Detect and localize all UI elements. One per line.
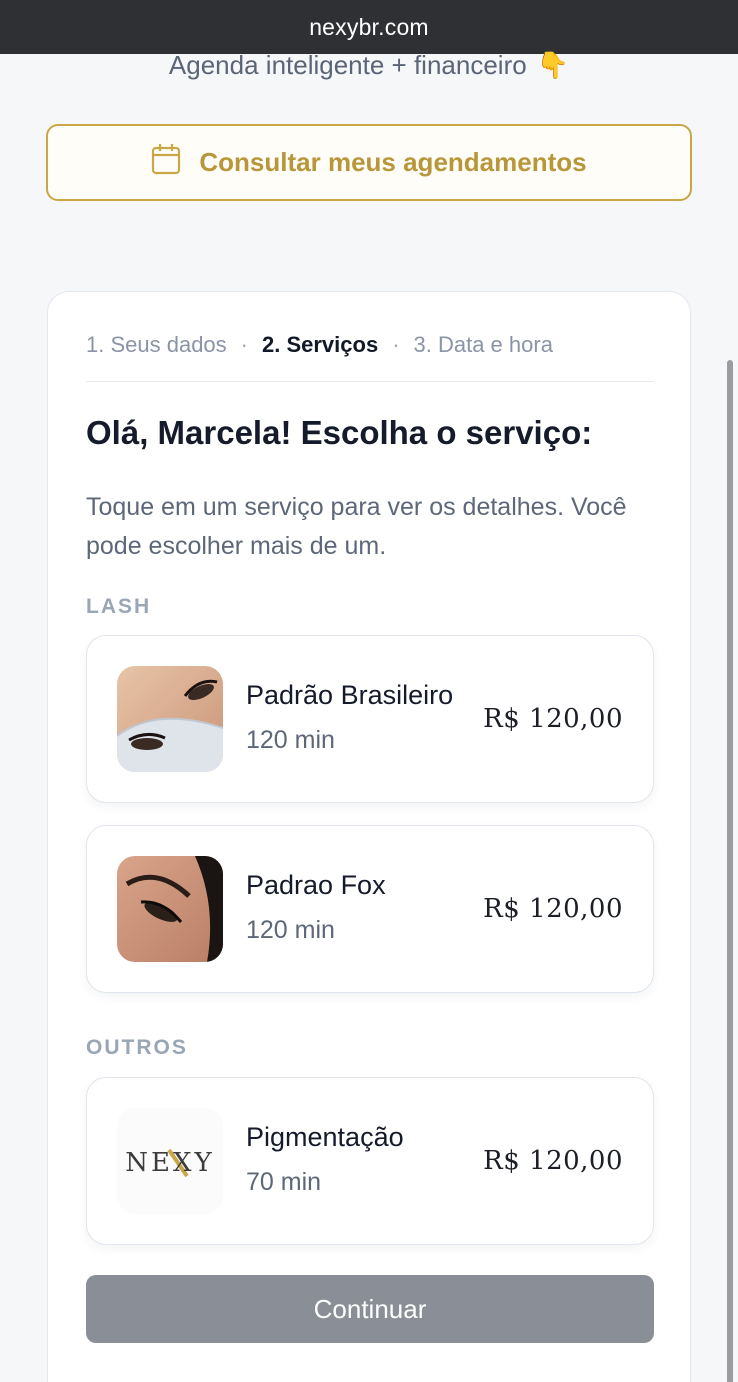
- service-thumbnail: [117, 666, 223, 772]
- step-separator: ·: [392, 332, 400, 357]
- service-card[interactable]: Padrão Brasileiro 120 min R$ 120,00: [86, 635, 654, 803]
- divider: [86, 381, 654, 382]
- section-label-lash: LASH: [86, 595, 152, 618]
- step-indicator: 1. Seus dados · 2. Serviços · 3. Data e …: [86, 332, 553, 358]
- service-price: R$ 120,00: [483, 894, 623, 924]
- consult-appointments-label: Consultar meus agendamentos: [199, 147, 587, 177]
- step-1: 1. Seus dados: [86, 332, 227, 357]
- instructions-text: Toque em um serviço para ver os detalhes…: [86, 493, 627, 560]
- service-card[interactable]: Padrao Fox 120 min R$ 120,00: [86, 825, 654, 993]
- service-price: R$ 120,00: [483, 704, 623, 734]
- service-name: Pigmentação: [246, 1122, 404, 1152]
- step-2: 2. Serviços: [262, 332, 379, 357]
- pointing-down-icon: 👇: [536, 50, 570, 80]
- service-thumbnail: [117, 856, 223, 962]
- service-duration: 70 min: [246, 1168, 322, 1196]
- calendar-icon: [151, 143, 181, 182]
- page-title: Olá, Marcela! Escolha o serviço:: [86, 414, 593, 451]
- step-3: 3. Data e hora: [413, 332, 553, 357]
- continue-label: Continuar: [313, 1293, 427, 1324]
- svg-text:NEXY: NEXY: [125, 1148, 214, 1178]
- section-label-outros: OUTROS: [86, 1036, 188, 1059]
- step-separator: ·: [240, 332, 248, 357]
- service-price: R$ 120,00: [483, 1146, 623, 1176]
- continue-button[interactable]: Continuar: [86, 1275, 654, 1343]
- nexy-logo: NEXY: [117, 1108, 223, 1214]
- url-text: nexybr.com: [309, 13, 429, 40]
- service-card[interactable]: NEXY Pigmentação 70 min R$ 120,00: [86, 1077, 654, 1245]
- browser-url-bar[interactable]: nexybr.com: [0, 0, 738, 54]
- scrollbar[interactable]: [727, 360, 733, 1382]
- tagline-text: Agenda inteligente + financeiro: [168, 50, 527, 80]
- tagline: Agenda inteligente + financeiro 👇: [0, 50, 738, 81]
- service-duration: 120 min: [246, 726, 335, 754]
- service-name: Padrão Brasileiro: [246, 680, 454, 710]
- consult-appointments-button[interactable]: Consultar meus agendamentos: [46, 124, 692, 201]
- service-duration: 120 min: [246, 916, 335, 944]
- booking-card: 1. Seus dados · 2. Serviços · 3. Data e …: [47, 291, 691, 1382]
- service-name: Padrao Fox: [246, 870, 386, 900]
